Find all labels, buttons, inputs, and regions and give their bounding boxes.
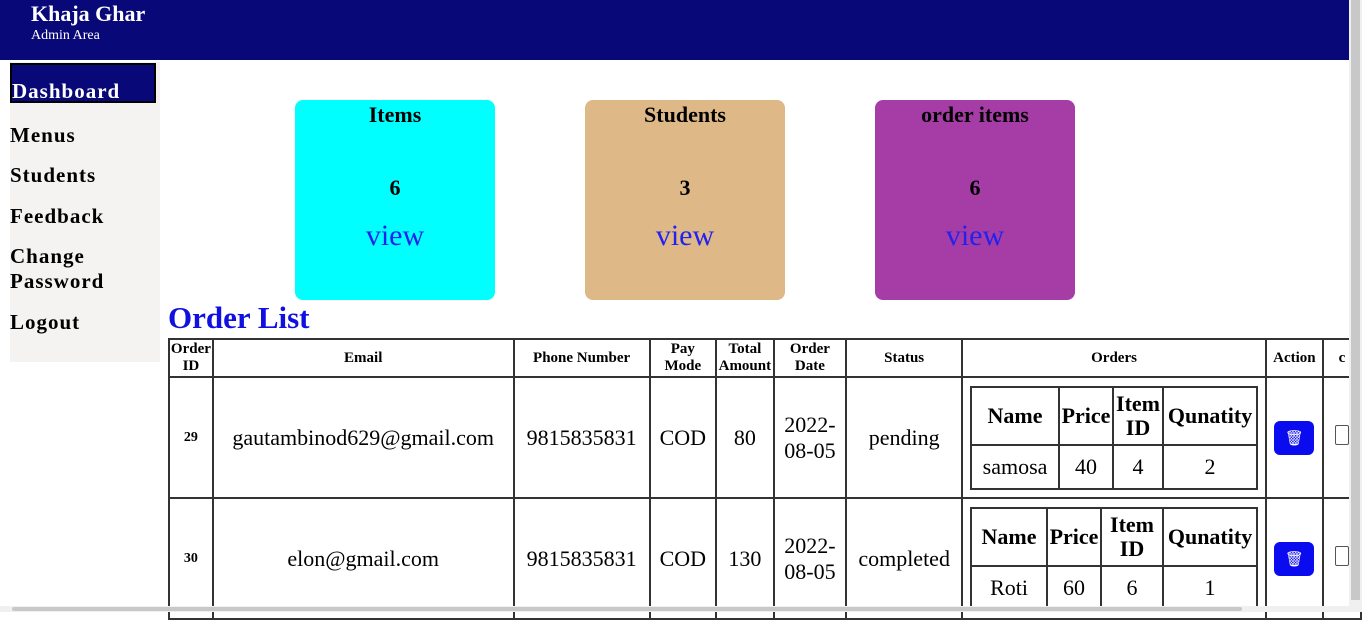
- order-total: 80: [715, 376, 775, 499]
- action-cell: 🗑: [1264, 376, 1324, 499]
- card-count: 3: [679, 175, 691, 200]
- inner-column-header: Qunatity: [1162, 506, 1259, 567]
- order-date: 2022-08-05: [772, 497, 848, 620]
- inner-column-header: Price: [1058, 385, 1115, 446]
- inner-header-row: Name Price Item ID Qunatity: [970, 385, 1259, 446]
- scrollbar-thumb[interactable]: [1351, 0, 1360, 600]
- column-header: Email: [211, 338, 515, 378]
- column-header: Action: [1264, 338, 1324, 378]
- order-id: 29: [168, 376, 214, 499]
- card-count: 6: [969, 175, 981, 200]
- inner-column-header: Name: [970, 506, 1049, 567]
- item-quantity: 2: [1162, 443, 1259, 490]
- inner-column-header: Price: [1046, 506, 1103, 567]
- delete-button[interactable]: 🗑: [1274, 541, 1315, 576]
- column-header: Order ID: [168, 338, 214, 378]
- order-list-title: Order List: [168, 300, 310, 335]
- brand-subtitle: Admin Area: [31, 28, 100, 43]
- column-header: Pay Mode: [648, 338, 718, 378]
- item-id: 6: [1100, 564, 1165, 611]
- order-date: 2022-08-05: [772, 376, 848, 499]
- sidebar-item-logout[interactable]: Logout: [10, 310, 80, 335]
- card-view-link[interactable]: view: [295, 219, 495, 253]
- brand-title: Khaja Ghar: [31, 1, 146, 26]
- order-total: 130: [715, 497, 775, 620]
- order-email: gautambinod629@gmail.com: [211, 376, 515, 499]
- card-view-link[interactable]: view: [585, 219, 785, 253]
- checkbox[interactable]: [1334, 425, 1349, 445]
- order-status: completed: [845, 497, 964, 620]
- sidebar-item-feedback[interactable]: Feedback: [10, 204, 104, 229]
- card-title: Items: [368, 102, 422, 127]
- sidebar-item-change-password[interactable]: Change Password: [10, 244, 140, 294]
- scrollbar-thumb[interactable]: [12, 607, 1242, 611]
- order-items-table: Name Price Item ID Qunatity samosa 40 4 …: [970, 385, 1259, 490]
- order-items-card: order items 6 view: [875, 100, 1075, 300]
- order-items-cell: Name Price Item ID Qunatity samosa 40 4 …: [961, 376, 1267, 499]
- table-row: 29 gautambinod629@gmail.com 9815835831 C…: [168, 376, 1362, 499]
- top-header: Khaja Ghar Admin Area: [0, 0, 1349, 60]
- trash-icon: 🗑: [1284, 549, 1304, 568]
- order-pay-mode: COD: [648, 376, 718, 499]
- sidebar: Dashboard Menus Students Feedback Change…: [10, 62, 160, 362]
- card-title: order items: [921, 102, 1029, 127]
- trash-icon: 🗑: [1284, 428, 1304, 447]
- column-header: Order Date: [772, 338, 848, 378]
- vertical-scrollbar[interactable]: [1349, 0, 1362, 612]
- item-price: 40: [1058, 443, 1115, 490]
- card-count: 6: [389, 175, 401, 200]
- order-email: elon@gmail.com: [211, 497, 515, 620]
- inner-column-header: Item ID: [1100, 506, 1165, 567]
- column-header: Total Amount: [715, 338, 775, 378]
- orders-table: Order ID Email Phone Number Pay Mode Tot…: [168, 338, 1362, 620]
- delete-button[interactable]: 🗑: [1274, 420, 1315, 455]
- column-header: Phone Number: [512, 338, 651, 378]
- students-card: Students 3 view: [585, 100, 785, 300]
- card-view-link[interactable]: view: [875, 219, 1075, 253]
- item-id: 4: [1112, 443, 1165, 490]
- column-header: Status: [845, 338, 964, 378]
- item-quantity: 1: [1162, 564, 1259, 611]
- checkbox[interactable]: [1334, 546, 1349, 566]
- table-row: 30 elon@gmail.com 9815835831 COD 130 202…: [168, 497, 1362, 620]
- table-header-row: Order ID Email Phone Number Pay Mode Tot…: [168, 338, 1362, 378]
- order-pay-mode: COD: [648, 497, 718, 620]
- order-items-cell: Name Price Item ID Qunatity Roti 60 6 1: [961, 497, 1267, 620]
- horizontal-scrollbar[interactable]: [0, 606, 1349, 612]
- card-title: Students: [644, 102, 726, 127]
- inner-column-header: Qunatity: [1162, 385, 1259, 446]
- sidebar-item-students[interactable]: Students: [10, 163, 96, 188]
- inner-header-row: Name Price Item ID Qunatity: [970, 506, 1259, 567]
- action-cell: 🗑: [1264, 497, 1324, 620]
- order-phone: 9815835831: [512, 376, 651, 499]
- item-name: samosa: [970, 443, 1061, 490]
- items-card: Items 6 view: [295, 100, 495, 300]
- order-phone: 9815835831: [512, 497, 651, 620]
- order-id: 30: [168, 497, 214, 620]
- order-status: pending: [845, 376, 964, 499]
- item-name: Roti: [970, 564, 1049, 611]
- item-price: 60: [1046, 564, 1103, 611]
- sidebar-item-menus[interactable]: Menus: [10, 123, 76, 148]
- inner-item-row: Roti 60 6 1: [970, 564, 1259, 611]
- inner-column-header: Name: [970, 385, 1061, 446]
- inner-column-header: Item ID: [1112, 385, 1165, 446]
- order-items-table: Name Price Item ID Qunatity Roti 60 6 1: [970, 506, 1259, 611]
- inner-item-row: samosa 40 4 2: [970, 443, 1259, 490]
- column-header: Orders: [961, 338, 1267, 378]
- sidebar-item-dashboard[interactable]: Dashboard: [10, 63, 156, 103]
